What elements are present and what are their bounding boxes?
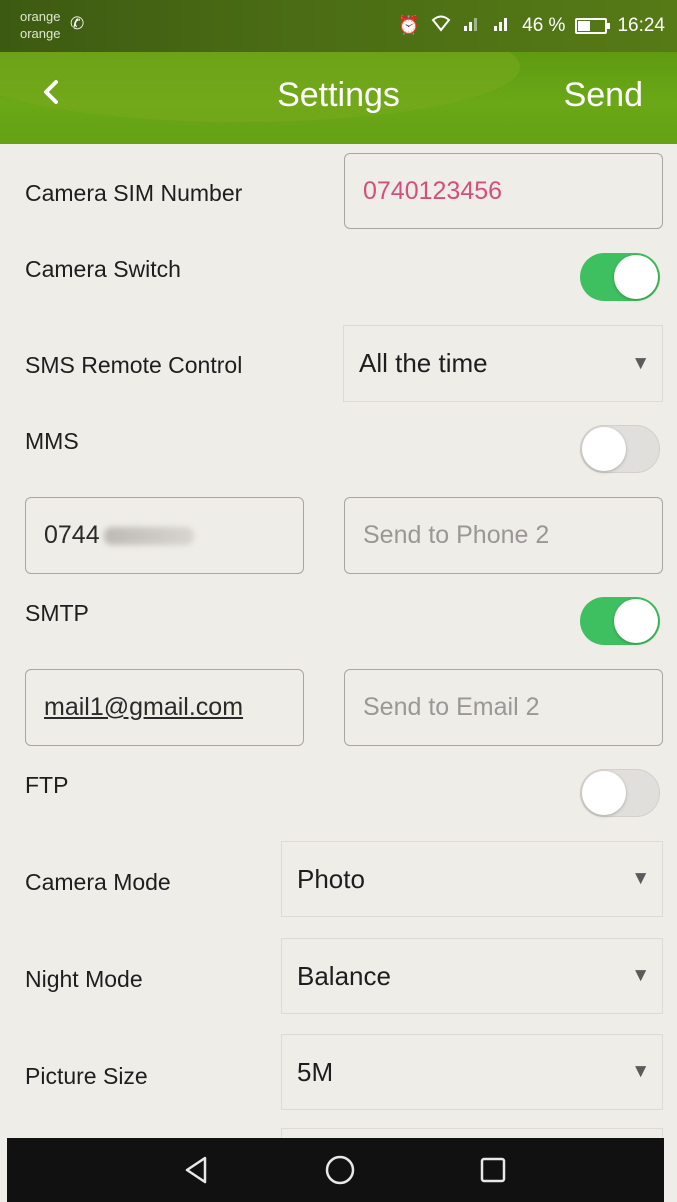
carrier-line-2: orange [20, 26, 61, 41]
email-2-field[interactable]: Send to Email 2 [344, 669, 663, 746]
nav-back-button[interactable] [179, 1152, 219, 1188]
navigation-bar [7, 1138, 664, 1202]
picture-size-value: 5M [297, 1056, 334, 1087]
camera-switch-label: Camera Switch [25, 256, 181, 282]
phone-1-field[interactable]: 0744 [25, 497, 304, 574]
toggle-knob [582, 771, 626, 815]
carrier-info: orange orange [20, 8, 60, 42]
phone-2-field[interactable]: Send to Phone 2 [344, 497, 663, 574]
email-1-value: mail1@gmail.com [44, 693, 244, 721]
clock: 16:24 [617, 14, 665, 36]
email-2-placeholder: Send to Email 2 [363, 693, 540, 721]
mms-toggle[interactable] [580, 425, 660, 473]
toggle-knob [582, 427, 626, 471]
smtp-toggle[interactable] [580, 597, 660, 645]
settings-screen: orange orange ✆ ⏰ 46 % 16:24 Settings Se… [0, 0, 677, 1202]
phone-1-value: 0744 [44, 521, 100, 549]
toggle-knob [614, 599, 658, 643]
square-recents-icon [480, 1157, 506, 1183]
signal-icon [462, 14, 482, 37]
signal-icon [492, 14, 512, 37]
smtp-label: SMTP [25, 600, 89, 626]
camera-mode-label: Camera Mode [25, 869, 171, 895]
sms-remote-value: All the time [359, 348, 488, 378]
send-button[interactable]: Send [564, 76, 643, 115]
battery-icon [575, 17, 611, 34]
night-mode-select[interactable]: Balance ▼ [281, 938, 663, 1014]
battery-percent: 46 % [522, 14, 566, 36]
mms-label: MMS [25, 428, 79, 454]
camera-switch-toggle[interactable] [580, 253, 660, 301]
status-bar: orange orange ✆ ⏰ 46 % 16:24 [0, 0, 677, 52]
app-bar: Settings Send [0, 52, 677, 144]
dropdown-arrow-icon: ▼ [631, 1061, 650, 1082]
dropdown-arrow-icon: ▼ [631, 868, 650, 889]
call-icon: ✆ [70, 14, 85, 33]
picture-size-label: Picture Size [25, 1063, 148, 1089]
toggle-knob [614, 255, 658, 299]
ftp-label: FTP [25, 772, 69, 798]
nav-recents-button[interactable] [475, 1152, 515, 1188]
camera-mode-select[interactable]: Photo ▼ [281, 841, 663, 917]
picture-size-select[interactable]: 5M ▼ [281, 1034, 663, 1110]
circle-home-icon [325, 1155, 355, 1185]
wifi-icon [430, 14, 452, 37]
camera-sim-value: 0740123456 [363, 176, 503, 205]
night-mode-label: Night Mode [25, 966, 143, 992]
camera-mode-value: Photo [297, 863, 365, 894]
dropdown-arrow-icon: ▼ [631, 965, 650, 986]
camera-sim-label: Camera SIM Number [25, 180, 243, 206]
redacted-digits [103, 526, 194, 545]
sms-remote-label: SMS Remote Control [25, 352, 243, 378]
sms-remote-select[interactable]: All the time ▼ [343, 325, 663, 402]
carrier-line-1: orange [20, 9, 61, 24]
status-icons: ⏰ 46 % 16:24 [398, 14, 665, 37]
alarm-icon: ⏰ [397, 15, 421, 35]
night-mode-value: Balance [297, 960, 391, 991]
triangle-back-icon [185, 1156, 207, 1184]
email-1-field[interactable]: mail1@gmail.com [25, 669, 304, 746]
dropdown-arrow-icon: ▼ [631, 352, 650, 374]
ftp-toggle[interactable] [580, 769, 660, 817]
nav-home-button[interactable] [322, 1152, 362, 1188]
phone-2-placeholder: Send to Phone 2 [363, 521, 550, 549]
camera-sim-field[interactable]: 0740123456 [344, 153, 663, 229]
